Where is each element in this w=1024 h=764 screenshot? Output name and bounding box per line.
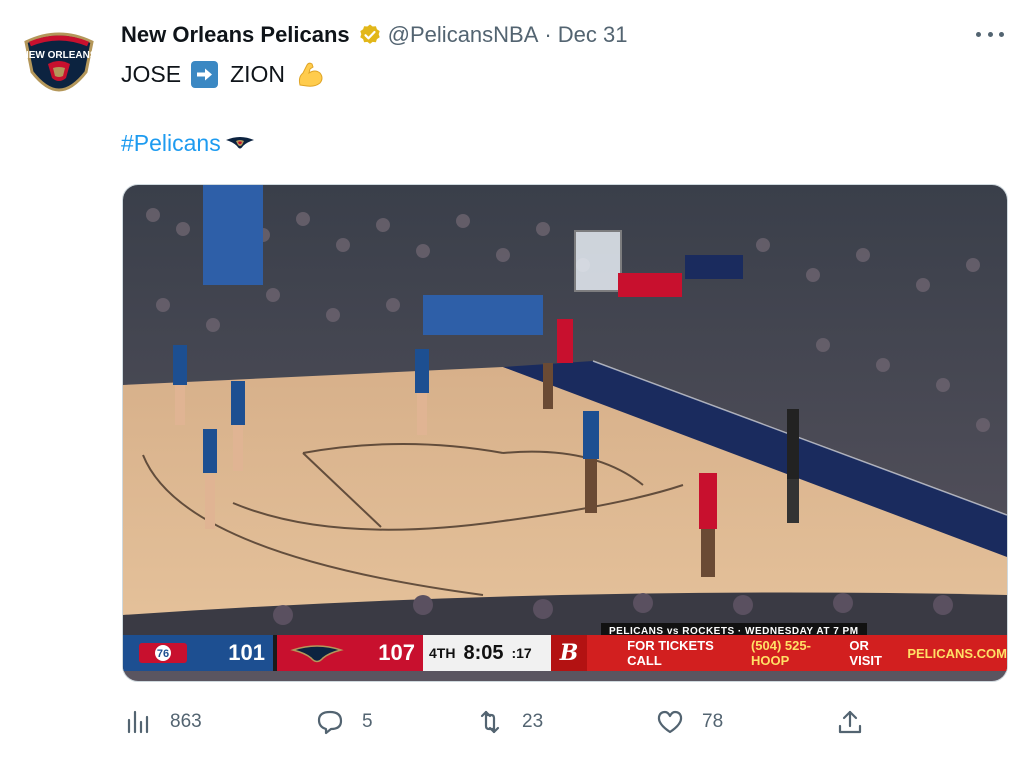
svg-text:76: 76 — [157, 648, 169, 660]
author-name[interactable]: New Orleans Pelicans — [121, 22, 350, 48]
retweet-icon — [480, 710, 500, 734]
promo-site: PELICANS.COM — [907, 645, 1007, 661]
promo-or: OR VISIT — [849, 638, 882, 668]
tweet-date[interactable]: Dec 31 — [558, 22, 628, 48]
tweet-text: JOSE ZION — [121, 58, 325, 90]
views-chart-icon — [127, 710, 149, 734]
pelicans-logo-icon[interactable]: NEW ORLEANS — [20, 28, 98, 92]
right-arrow-emoji-icon — [191, 60, 219, 88]
more-options-icon[interactable] — [976, 24, 1004, 44]
like-button[interactable]: 78 — [656, 700, 723, 744]
tweet-header: New Orleans Pelicans @PelicansNBA · Dec … — [121, 20, 627, 50]
author-handle[interactable]: @PelicansNBA — [388, 22, 539, 48]
flexed-biceps-emoji-icon — [298, 62, 323, 87]
away-score: 107 — [378, 640, 415, 665]
verified-badge-icon — [359, 24, 380, 44]
retweet-button[interactable]: 23 — [476, 700, 543, 744]
more-dot — [987, 31, 993, 37]
home-team-score-panel: 76 101 — [123, 635, 273, 671]
scoreboard: 76 101 107 4TH 8:05 :17 B FOR TICKETS CA… — [123, 635, 1007, 671]
media-video[interactable]: PELICANS vs ROCKETS · WEDNESDAY AT 7 PM … — [122, 184, 1008, 682]
more-dot — [999, 31, 1004, 37]
views-button[interactable]: 863 — [124, 700, 202, 744]
arrow-glyph-icon — [197, 68, 213, 80]
sixers-logo-icon: 76 — [139, 643, 187, 663]
sponsor-logo-icon: B — [551, 635, 588, 671]
promo-text: FOR TICKETS CALL — [627, 638, 714, 668]
replies-count: 5 — [362, 711, 373, 732]
share-button[interactable] — [836, 700, 882, 744]
hashtag-link[interactable]: #Pelicans — [121, 130, 221, 157]
text-jose: JOSE — [121, 60, 182, 87]
away-team-score-panel: 107 — [277, 635, 423, 671]
game-clock: 8:05 — [463, 641, 504, 664]
retweets-count: 23 — [522, 711, 544, 732]
separator-dot: · — [544, 22, 552, 47]
likes-count: 78 — [702, 711, 724, 732]
quarter-label: 4TH — [429, 645, 456, 661]
promo-phone: (504) 525-HOOP — [750, 638, 811, 668]
heart-icon — [657, 710, 683, 734]
home-score: 101 — [228, 640, 265, 665]
reply-button[interactable]: 5 — [316, 700, 373, 744]
hashtag-line: #Pelicans — [121, 128, 255, 158]
game-clock-panel: 4TH 8:05 :17 — [423, 635, 551, 671]
tweet-card[interactable]: NEW ORLEANS New Orleans Pelicans @Pelica… — [0, 0, 1024, 764]
tweet-actions: 863 5 23 78 — [0, 700, 1024, 744]
views-count: 863 — [170, 711, 202, 732]
pelicans-hashflag-icon — [225, 137, 254, 149]
pelicans-scorebug-logo-icon — [290, 645, 344, 663]
basketball-court-scene — [123, 185, 1007, 681]
more-dot — [976, 31, 981, 37]
svg-text:NEW ORLEANS: NEW ORLEANS — [22, 50, 97, 61]
reply-icon — [317, 710, 343, 735]
ticket-promo-banner: B FOR TICKETS CALL (504) 525-HOOP OR VIS… — [551, 635, 1007, 671]
text-zion: ZION — [230, 60, 286, 87]
shot-clock: :17 — [511, 645, 532, 661]
share-icon — [838, 710, 862, 734]
